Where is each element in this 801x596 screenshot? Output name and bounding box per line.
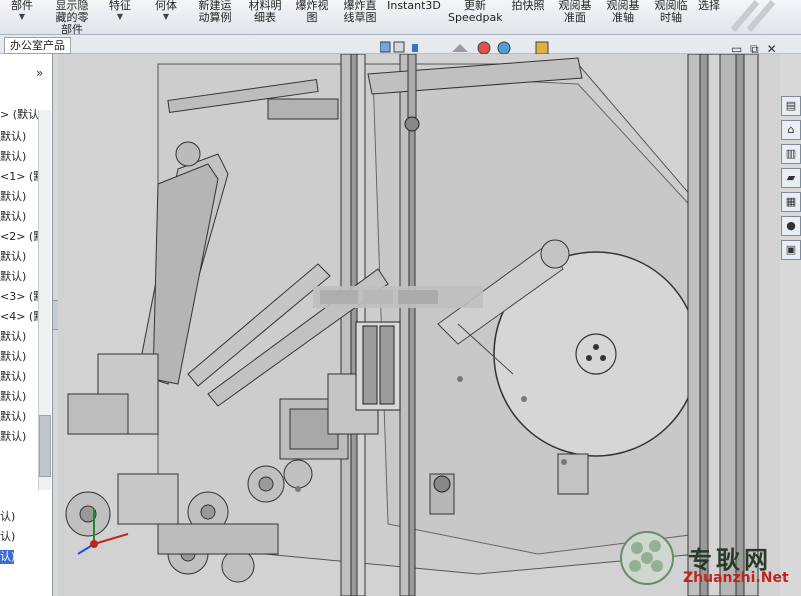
view-settings-icon[interactable] — [535, 41, 549, 55]
ribbon-button-explode-line-sketch[interactable]: 爆炸直 线草图 — [338, 0, 382, 34]
ribbon-label: 何体 — [155, 0, 177, 12]
tree-scroll-thumb[interactable] — [39, 415, 51, 477]
feature-manager-tab[interactable]: 办公室产品 — [4, 37, 71, 54]
tree-item[interactable]: 默认) — [0, 410, 26, 424]
task-pane-strip: ▤ ⌂ ▥ ▰ ▦ ● ▣ — [779, 96, 801, 266]
ribbon-button-features[interactable]: 特征 ▼ — [103, 0, 137, 34]
view-palette-icon[interactable]: ▦ — [781, 192, 801, 212]
scene-icon[interactable] — [497, 41, 511, 55]
ribbon-label: 更新 Speedpak — [448, 0, 502, 24]
folder-icon[interactable]: ▰ — [781, 168, 801, 188]
ribbon-button-new-motion-study[interactable]: 新建运 动算例 — [194, 0, 236, 34]
tab-label: 办公室产品 — [10, 39, 65, 52]
assembly-model-drawing — [58, 54, 780, 596]
home-icon[interactable]: ⌂ — [781, 120, 801, 140]
ribbon-button-instant3d[interactable]: Instant3D — [386, 0, 442, 34]
ribbon-label: 爆炸视 图 — [295, 0, 329, 24]
view-orientation-icon[interactable] — [379, 41, 391, 53]
ribbon-button-show-hidden-parts[interactable]: 显示隐 藏的零 部件 — [50, 0, 94, 34]
chevron-down-icon: ▼ — [18, 12, 26, 21]
tree-item[interactable]: 默认) — [0, 150, 26, 164]
tree-item[interactable]: > (默认 — [0, 108, 39, 122]
tree-item[interactable]: 认) — [0, 550, 15, 564]
design-library-icon[interactable]: ▥ — [781, 144, 801, 164]
chevron-down-icon: ▼ — [116, 12, 124, 21]
ribbon-button-update-speedpak[interactable]: 更新 Speedpak — [448, 0, 502, 34]
ribbon-label: 观阅基 准面 — [558, 0, 592, 24]
solidworks-resources-icon[interactable]: ▤ — [781, 96, 801, 116]
ribbon-label: 爆炸直 线草图 — [343, 0, 377, 24]
tree-item[interactable]: 默认) — [0, 190, 26, 204]
ribbon-label: 显示隐 藏的零 部件 — [55, 0, 89, 34]
section-view-icon[interactable] — [412, 44, 418, 52]
custom-properties-icon[interactable]: ▣ — [781, 240, 801, 260]
tree-item[interactable]: 默认) — [0, 130, 26, 144]
ribbon-button-view-axes[interactable]: 观阅基 准轴 — [603, 0, 643, 34]
ribbon-button-geometry[interactable]: 何体 ▼ — [150, 0, 182, 34]
ribbon-label: 材料明 细表 — [248, 0, 282, 24]
ribbon-button-exploded-view[interactable]: 爆炸视 图 — [292, 0, 332, 34]
ribbon-button-snapshot[interactable]: 拍快照 — [508, 0, 548, 34]
appearances-icon[interactable]: ● — [781, 216, 801, 236]
ribbon-label: Instant3D — [387, 0, 441, 12]
ribbon-button-bom[interactable]: 材料明 细表 — [245, 0, 285, 34]
ribbon-label: 拍快照 — [511, 0, 545, 12]
graphics-viewport[interactable] — [58, 54, 780, 596]
tree-item[interactable]: 默认) — [0, 210, 26, 224]
tree-item[interactable]: 认) — [0, 510, 15, 524]
collapse-panel-icon[interactable]: » — [36, 66, 43, 80]
ribbon-label: 选择 — [698, 0, 720, 12]
ribbon-label: 部件 — [11, 0, 33, 12]
ribbon-label: 观阅基 准轴 — [606, 0, 640, 24]
tree-item[interactable]: 默认) — [0, 330, 26, 344]
watermark-domain: Zhuanzhi.Net — [683, 570, 789, 586]
solidworks-logo-icon — [730, 0, 776, 32]
ribbon-button-select[interactable]: 选择 — [694, 0, 724, 34]
hide-show-icon[interactable] — [452, 44, 468, 52]
chevron-down-icon: ▼ — [162, 12, 170, 21]
ribbon-label: 观阅临 时轴 — [654, 0, 688, 24]
tree-item[interactable]: 认) — [0, 530, 15, 544]
ribbon-button-view-planes[interactable]: 观阅基 准面 — [555, 0, 595, 34]
ribbon-label: 新建运 动算例 — [198, 0, 232, 24]
tree-item[interactable]: 默认) — [0, 250, 26, 264]
ribbon-toolbar: 部件 ▼ 显示隐 藏的零 部件 特征 ▼ 何体 ▼ 新建运 动算例 材料明 细表 爆炸… — [0, 0, 801, 35]
ribbon-button-view-temp-axes[interactable]: 观阅临 时轴 — [651, 0, 691, 34]
tree-item[interactable]: 默认) — [0, 430, 26, 444]
tree-item[interactable]: 默认) — [0, 270, 26, 284]
display-style-icon[interactable] — [393, 41, 405, 53]
ribbon-label: 特征 — [109, 0, 131, 12]
appearance-icon[interactable] — [477, 41, 491, 55]
tree-item[interactable]: 默认) — [0, 370, 26, 384]
ribbon-button-parts[interactable]: 部件 ▼ — [4, 0, 40, 34]
tree-item[interactable]: 默认) — [0, 350, 26, 364]
tree-item[interactable]: 默认) — [0, 390, 26, 404]
